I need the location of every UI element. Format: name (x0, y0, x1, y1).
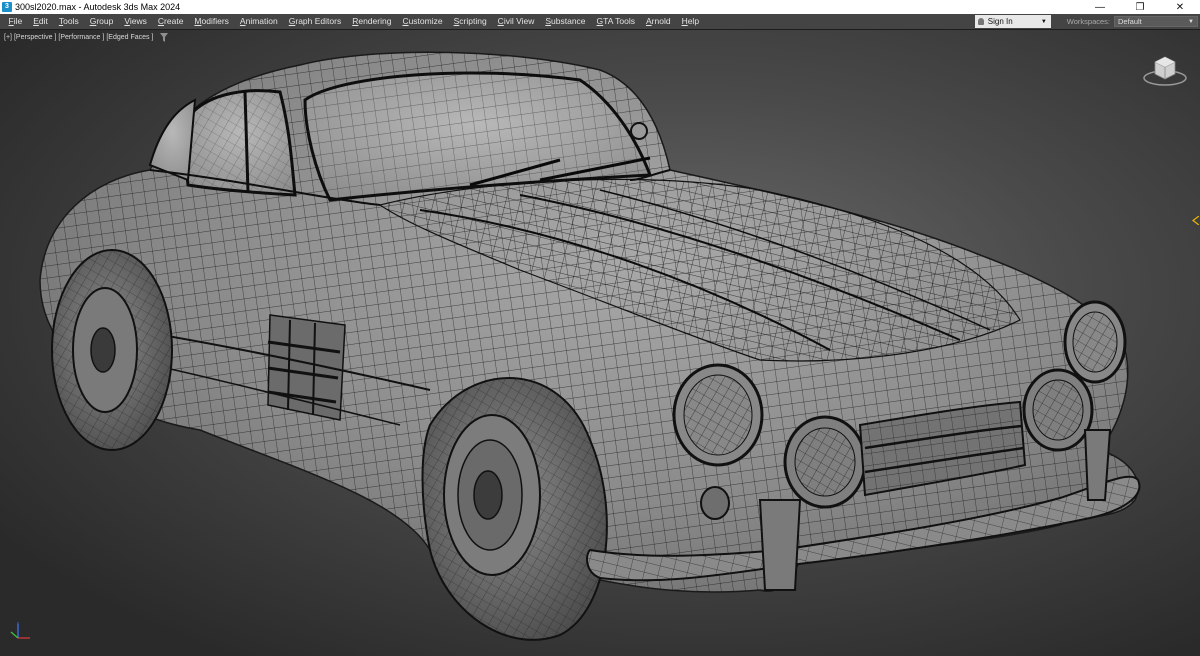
viewport-point-of-view[interactable]: [Perspective ] (14, 34, 56, 41)
fog-light-right (1022, 368, 1094, 452)
sign-in-label: Sign In (987, 17, 1013, 26)
menu-graph-editors[interactable]: Graph Editors (283, 14, 346, 29)
menu-arnold[interactable]: Arnold (640, 14, 676, 29)
workspace-value: Default (1118, 17, 1142, 26)
menu-edit[interactable]: Edit (28, 14, 54, 29)
viewport-performance[interactable]: [Performance ] (58, 34, 104, 41)
menu-tools[interactable]: Tools (53, 14, 84, 29)
menu-rendering[interactable]: Rendering (347, 14, 397, 29)
menu-group[interactable]: Group (84, 14, 119, 29)
viewport-label: [+] [Perspective ] [Performance ] [Edged… (4, 34, 153, 41)
menu-create[interactable]: Create (152, 14, 189, 29)
app-logo-icon: 3 (2, 2, 12, 12)
car-wireframe-model (39, 51, 1141, 641)
menu-items: File Edit Tools Group Views Create Modif… (0, 14, 975, 29)
workspace-select[interactable]: Default ▼ (1114, 16, 1198, 27)
menu-modifiers[interactable]: Modifiers (189, 14, 235, 29)
menu-bar: File Edit Tools Group Views Create Modif… (0, 14, 1200, 29)
front-wheel (421, 377, 608, 641)
fog-light-left (783, 415, 867, 509)
viewcube-icon[interactable] (1142, 48, 1188, 88)
axis-tripod-icon: z (10, 620, 30, 639)
restore-button[interactable]: ❐ (1120, 0, 1160, 14)
headlight-left (672, 363, 764, 467)
window-title: 300sl2020.max - Autodesk 3ds Max 2024 (15, 2, 181, 12)
menu-file[interactable]: File (3, 14, 28, 29)
rear-wheel (51, 249, 173, 451)
user-icon (977, 18, 984, 26)
title-bar: 3 300sl2020.max - Autodesk 3ds Max 2024 … (0, 0, 1200, 14)
menu-views[interactable]: Views (119, 14, 153, 29)
filter-icon[interactable] (160, 33, 168, 42)
chevron-down-icon: ▼ (1040, 18, 1047, 25)
close-button[interactable]: ✕ (1160, 0, 1200, 14)
sign-in-dropdown[interactable]: Sign In ▼ (974, 15, 1051, 28)
chevron-down-icon: ▼ (1188, 18, 1194, 25)
window-controls: — ❐ ✕ (1080, 0, 1200, 14)
menu-gta-tools[interactable]: GTA Tools (591, 14, 640, 29)
side-vent (267, 314, 346, 421)
viewport-menu-plus[interactable]: [+] (4, 34, 12, 41)
menu-scripting[interactable]: Scripting (448, 14, 492, 29)
menu-civil-view[interactable]: Civil View (492, 14, 540, 29)
viewport-shading[interactable]: [Edged Faces ] (106, 34, 153, 41)
minimize-button[interactable]: — (1080, 0, 1120, 14)
menu-help[interactable]: Help (676, 14, 704, 29)
menu-customize[interactable]: Customize (397, 14, 448, 29)
svg-text:z: z (17, 620, 19, 625)
timeline-marker-icon[interactable] (1192, 216, 1199, 225)
perspective-viewport[interactable]: [+] [Perspective ] [Performance ] [Edged… (0, 29, 1200, 656)
menu-animation[interactable]: Animation (234, 14, 283, 29)
headlight-right (1063, 300, 1127, 384)
menu-substance[interactable]: Substance (540, 14, 591, 29)
workspaces-label: Workspaces: (1066, 17, 1110, 26)
